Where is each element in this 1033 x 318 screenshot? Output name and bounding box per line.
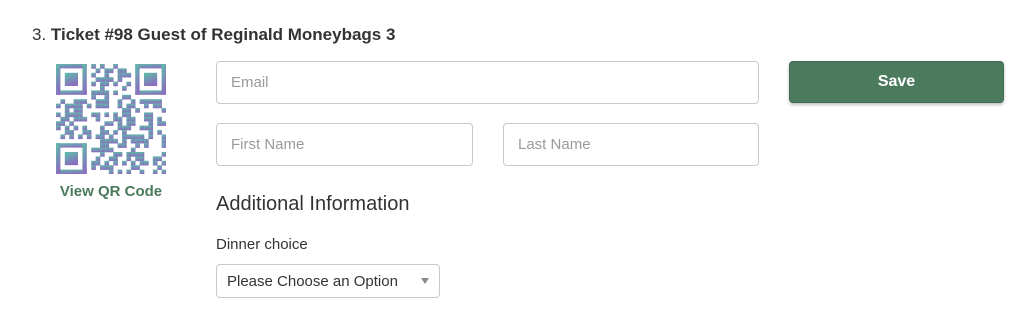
email-field[interactable] — [216, 61, 759, 104]
ticket-heading: 3. Ticket #98 Guest of Reginald Moneybag… — [32, 25, 395, 45]
last-name-field[interactable] — [503, 123, 759, 166]
save-button[interactable]: Save — [789, 61, 1004, 103]
dinner-choice-value: Please Choose an Option — [227, 273, 398, 290]
qr-code-image[interactable] — [56, 64, 166, 174]
ticket-title: Ticket #98 Guest of Reginald Moneybags 3 — [50, 25, 396, 44]
ticket-guest-form: 3. Ticket #98 Guest of Reginald Moneybag… — [0, 0, 1033, 318]
first-name-field[interactable] — [216, 123, 473, 166]
dinner-choice-label: Dinner choice — [216, 236, 308, 253]
chevron-down-icon — [421, 278, 429, 284]
dinner-choice-select[interactable]: Please Choose an Option — [216, 264, 440, 298]
view-qr-code-link[interactable]: View QR Code — [52, 183, 170, 200]
qr-code-icon — [56, 64, 166, 174]
ticket-index: 3. — [32, 25, 47, 44]
additional-information-heading: Additional Information — [216, 193, 410, 215]
